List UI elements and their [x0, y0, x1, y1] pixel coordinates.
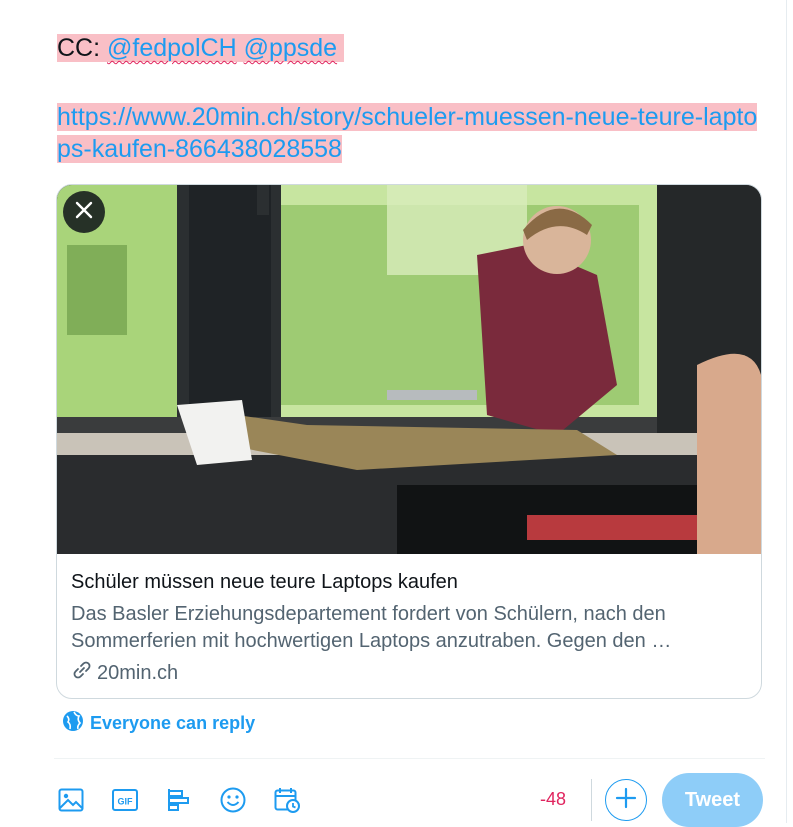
emoji-icon[interactable] — [218, 785, 248, 815]
schedule-icon[interactable] — [272, 785, 302, 815]
panel-edge-rule — [786, 0, 787, 823]
card-description: Das Basler Erziehungsdepartement fordert… — [71, 603, 672, 652]
image-icon[interactable] — [56, 785, 86, 815]
gif-icon[interactable]: GIF — [110, 785, 140, 815]
link-icon — [71, 659, 93, 687]
link-preview-image — [57, 185, 761, 554]
reply-setting-label: Everyone can reply — [90, 713, 256, 733]
mention-fedpolch[interactable]: @fedpolCH — [107, 34, 237, 62]
card-title: Schüler müssen neue teure Laptops kaufen — [71, 571, 458, 593]
poll-icon[interactable] — [164, 785, 194, 815]
character-count: -48 — [540, 789, 567, 809]
tweet-button[interactable]: Tweet — [662, 773, 763, 827]
tweet-text-url[interactable]: https://www.20min.ch/story/schueler-mues… — [57, 101, 767, 165]
plus-icon — [614, 786, 638, 815]
add-tweet-button[interactable] — [605, 779, 647, 821]
cc-prefix: CC: — [57, 34, 101, 62]
link-preview-card[interactable]: Schüler müssen neue teure Laptops kaufen… — [56, 184, 762, 699]
close-icon — [73, 199, 95, 226]
mention-ppsde[interactable]: @ppsde — [243, 34, 345, 62]
globe-icon — [62, 710, 84, 737]
toolbar-divider — [54, 758, 765, 759]
remove-card-button[interactable] — [63, 191, 105, 233]
reply-setting-button[interactable]: Everyone can reply — [62, 710, 255, 737]
card-domain: 20min.ch — [71, 659, 178, 687]
tweet-text-cc-line[interactable]: CC: @fedpolCH @ppsde — [57, 32, 345, 65]
toolbar-separator — [591, 779, 592, 821]
svg-text:GIF: GIF — [118, 797, 134, 807]
